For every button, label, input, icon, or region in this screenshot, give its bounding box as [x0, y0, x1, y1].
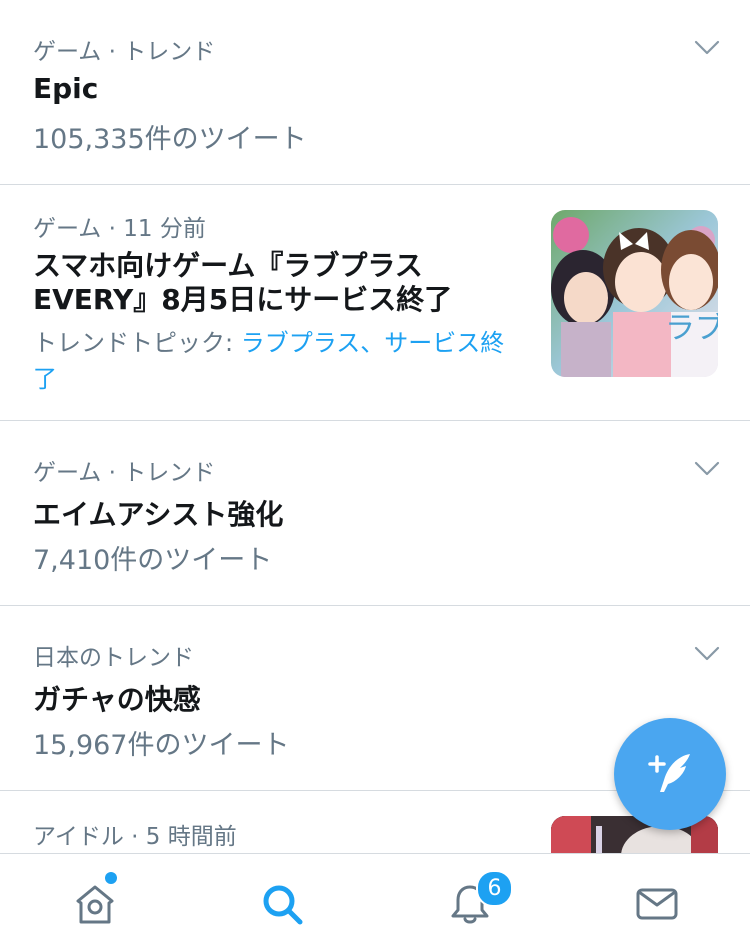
- news-meta: ゲーム · 11 分前: [33, 216, 206, 242]
- chevron-down-icon[interactable]: [694, 40, 720, 56]
- trend-title: Epic: [33, 72, 99, 105]
- compose-tweet-icon: [648, 754, 690, 792]
- news-meta: アイドル · 5 時間前: [33, 824, 237, 850]
- svg-text:ブ: ブ: [695, 311, 718, 346]
- news-item-loveplus[interactable]: ゲーム · 11 分前 スマホ向けゲーム『ラブプラス EVERY』8月5日にサー…: [0, 185, 750, 421]
- trend-meta: ゲーム · トレンド: [33, 460, 216, 486]
- tab-home[interactable]: [35, 854, 155, 952]
- bottom-tab-bar: 6: [0, 853, 750, 952]
- search-icon: [263, 885, 303, 925]
- trend-tweet-count: 7,410件のツイート: [33, 545, 273, 576]
- trending-topics-label: トレンドトピック:: [33, 329, 241, 357]
- chevron-down-icon[interactable]: [694, 461, 720, 477]
- tab-messages[interactable]: [597, 854, 717, 952]
- news-thumbnail-image: ラ ブ: [551, 210, 718, 377]
- home-icon: [76, 885, 114, 924]
- trend-tweet-count: 105,335件のツイート: [33, 124, 307, 155]
- trending-topics: トレンドトピック: ラブプラス、サービス終了: [33, 325, 518, 397]
- news-title: スマホ向けゲーム『ラブプラス EVERY』8月5日にサービス終了: [33, 249, 453, 316]
- explore-trends-page: ゲーム · トレンド Epic 105,335件のツイート ゲーム · 11 分…: [0, 0, 750, 952]
- notifications-badge: 6: [476, 870, 513, 907]
- compose-tweet-button[interactable]: [614, 718, 726, 830]
- trend-item-aim-assist[interactable]: ゲーム · トレンド エイムアシスト強化 7,410件のツイート: [0, 421, 750, 606]
- trend-meta: 日本のトレンド: [33, 645, 194, 671]
- trend-title: エイムアシスト強化: [33, 498, 284, 531]
- trend-meta: ゲーム · トレンド: [33, 39, 216, 65]
- chevron-down-icon[interactable]: [694, 646, 720, 662]
- news-thumbnail[interactable]: ラ ブ: [551, 210, 718, 377]
- trend-title: ガチャの快感: [33, 683, 201, 716]
- trend-tweet-count: 15,967件のツイート: [33, 730, 290, 761]
- trend-item-epic[interactable]: ゲーム · トレンド Epic 105,335件のツイート: [0, 0, 750, 185]
- envelope-icon: [636, 888, 678, 920]
- home-unread-dot: [105, 872, 117, 884]
- tab-search[interactable]: [222, 854, 342, 952]
- tab-notifications[interactable]: 6: [410, 854, 530, 952]
- svg-text:ラ: ラ: [665, 311, 695, 346]
